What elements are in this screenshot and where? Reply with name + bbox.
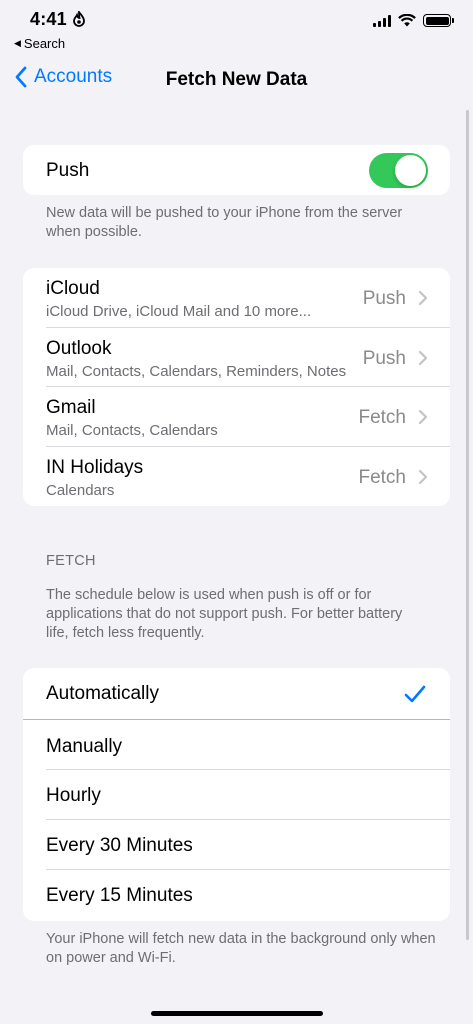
back-to-search-link[interactable]: ◀ Search	[14, 36, 65, 51]
fetch-option-label: Hourly	[46, 785, 101, 806]
account-name: Outlook	[46, 338, 112, 359]
wifi-icon	[398, 14, 416, 27]
back-app-label: Search	[23, 36, 66, 51]
push-label: Push	[46, 160, 90, 181]
fetch-footer: Your iPhone will fetch new data in the b…	[46, 931, 436, 966]
chevron-right-icon	[418, 469, 428, 485]
fetch-option-label: Manually	[46, 736, 123, 757]
status-bar: 4:41 ◀ Search	[0, 0, 473, 51]
fetch-option-hourly[interactable]: Hourly	[23, 770, 450, 820]
push-toggle[interactable]	[369, 153, 428, 188]
status-time: 4:41	[30, 9, 67, 29]
fetch-description: The schedule below is used when push is …	[46, 587, 403, 641]
fetch-option-every-30-minutes[interactable]: Every 30 Minutes	[23, 820, 450, 870]
flame-icon	[73, 11, 85, 27]
account-name: iCloud	[46, 278, 100, 299]
cellular-signal-icon	[373, 14, 391, 27]
battery-icon	[423, 14, 454, 27]
home-indicator[interactable]	[151, 1011, 323, 1016]
push-row: Push	[23, 145, 450, 195]
toggle-knob	[395, 155, 426, 186]
fetch-option-automatically[interactable]: Automatically	[23, 668, 450, 720]
account-value: Fetch	[358, 407, 406, 428]
chevron-right-icon	[418, 290, 428, 306]
chevron-right-icon	[418, 350, 428, 366]
scrollbar[interactable]	[466, 110, 469, 940]
account-value: Push	[362, 348, 406, 369]
checkmark-icon	[404, 685, 426, 703]
account-name: Gmail	[46, 397, 96, 418]
push-group: Push	[23, 145, 450, 195]
fetch-options-group: Automatically Manually Hourly Every 30 M…	[23, 668, 450, 921]
account-value: Push	[362, 288, 406, 309]
fetch-option-label: Every 15 Minutes	[46, 885, 193, 906]
back-triangle-icon: ◀	[14, 38, 21, 48]
account-name: IN Holidays	[46, 457, 144, 478]
account-detail: Mail, Contacts, Calendars, Reminders, No…	[46, 363, 347, 380]
fetch-option-manually[interactable]: Manually	[23, 720, 450, 770]
fetch-option-every-15-minutes[interactable]: Every 15 Minutes	[23, 870, 450, 921]
accounts-group: iCloud iCloud Drive, iCloud Mail and 10 …	[23, 268, 450, 506]
fetch-option-label: Automatically	[46, 683, 159, 704]
account-row-icloud[interactable]: iCloud iCloud Drive, iCloud Mail and 10 …	[23, 268, 450, 328]
page-title: Fetch New Data	[165, 69, 308, 90]
navigation-bar: Accounts Fetch New Data	[0, 58, 473, 102]
fetch-option-label: Every 30 Minutes	[46, 835, 193, 856]
account-row-outlook[interactable]: Outlook Mail, Contacts, Calendars, Remin…	[23, 328, 450, 387]
account-detail: iCloud Drive, iCloud Mail and 10 more...	[46, 303, 312, 320]
account-row-in-holidays[interactable]: IN Holidays Calendars Fetch	[23, 447, 450, 506]
account-detail: Mail, Contacts, Calendars	[46, 422, 218, 439]
account-detail: Calendars	[46, 482, 115, 499]
fetch-section-header: FETCH	[46, 553, 96, 569]
account-row-gmail[interactable]: Gmail Mail, Contacts, Calendars Fetch	[23, 387, 450, 447]
chevron-right-icon	[418, 409, 428, 425]
push-footer: New data will be pushed to your iPhone f…	[46, 205, 403, 240]
account-value: Fetch	[358, 467, 406, 488]
